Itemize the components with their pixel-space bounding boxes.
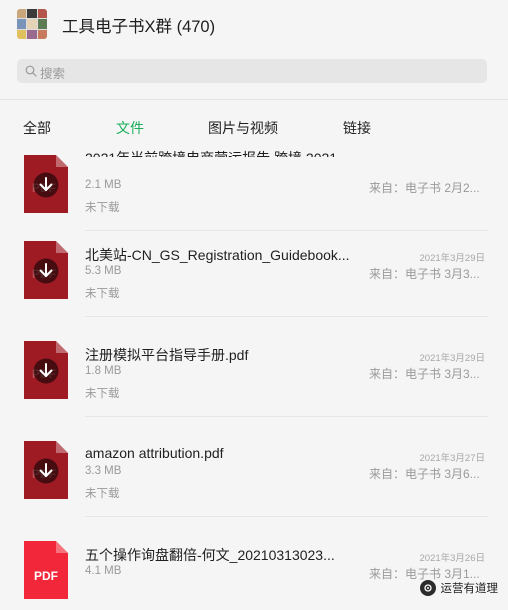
file-source: 来自：电子书 3月3... xyxy=(369,267,480,281)
file-date: 2021年3月29日 xyxy=(419,253,485,264)
file-date: 2021年3月26日 xyxy=(419,553,485,564)
file-source: 来自：电子书 3月6... xyxy=(369,467,480,481)
file-name: amazon attribution.pdf xyxy=(85,445,224,461)
pdf-label: PDF xyxy=(34,569,58,583)
watermark-text: 运营有道理 xyxy=(440,583,499,595)
file-size: 1.8 MB xyxy=(85,365,122,377)
file-size: 3.3 MB xyxy=(85,465,122,477)
file-row[interactable]: PDF amazon attribution.pdf 3.3 MB 未下载 2021年3… xyxy=(0,417,508,517)
file-list[interactable]: PDF2021年当前跨境电商营运报告 跨境 2021...2.1 MB未下载来自… xyxy=(0,148,508,610)
pdf-download-icon[interactable]: PDF xyxy=(24,155,68,213)
file-status: 未下载 xyxy=(85,202,120,214)
file-name: 注册模拟平台指导手册.pdf xyxy=(85,347,249,363)
tab-files[interactable]: 文件 xyxy=(116,118,144,138)
group-avatar[interactable] xyxy=(17,9,47,39)
watermark-logo-icon xyxy=(419,580,436,596)
chat-header: 工具电子书X群 (470) 搜索 xyxy=(0,0,508,100)
tab-links[interactable]: 链接 xyxy=(343,118,371,138)
file-row[interactable]: PDF 注册模拟平台指导手册.pdf 1.8 MB 未下载 2021年3月29日来自：电… xyxy=(0,317,508,417)
file-date: 2021年3月27日 xyxy=(419,453,485,464)
pdf-download-icon[interactable]: PDF xyxy=(24,241,68,299)
file-source: 来自：电子书 3月3... xyxy=(369,367,480,381)
file-size: 2.1 MB xyxy=(85,179,122,191)
tab-all[interactable]: 全部 xyxy=(23,118,51,138)
pdf-file-icon[interactable]: PDF xyxy=(24,541,68,599)
watermark: 运营有道理 xyxy=(419,578,499,598)
filter-tabs: 全部 文件 图片与视频 链接 xyxy=(0,100,508,148)
search-field[interactable]: 搜索 xyxy=(17,59,487,83)
file-row[interactable]: PDF 北美站-CN_GS_Registration_Guidebook... 5.… xyxy=(0,217,508,317)
tab-images-videos[interactable]: 图片与视频 xyxy=(208,118,278,138)
pdf-download-icon[interactable]: PDF xyxy=(24,441,68,499)
search-icon xyxy=(25,65,37,77)
file-date: 2021年3月29日 xyxy=(419,353,485,364)
file-name: 北美站-CN_GS_Registration_Guidebook... xyxy=(85,247,350,263)
file-status: 未下载 xyxy=(85,288,120,300)
file-status: 未下载 xyxy=(85,388,120,400)
file-size: 4.1 MB xyxy=(85,565,122,577)
file-name: 2021年当前跨境电商营运报告 跨境 2021... xyxy=(85,148,349,157)
file-name: 五个操作询盘翻倍-何文_20210313023... xyxy=(85,547,335,563)
file-size: 5.3 MB xyxy=(85,265,122,277)
file-status: 未下载 xyxy=(85,488,120,500)
pdf-download-icon[interactable]: PDF xyxy=(24,341,68,399)
search-placeholder: 搜索 xyxy=(40,67,66,81)
file-source: 来自：电子书 2月2... xyxy=(369,181,480,195)
group-title: 工具电子书X群 (470) xyxy=(62,18,216,36)
